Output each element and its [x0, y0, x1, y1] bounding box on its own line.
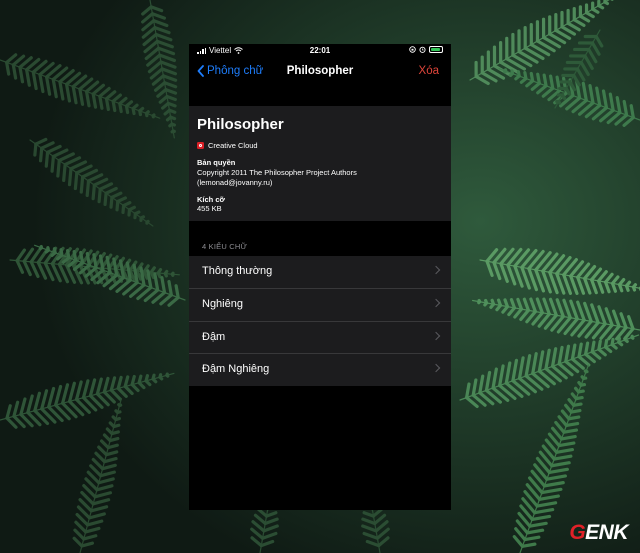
styles-list: Thông thường Nghiêng Đậm Đậm Nghiêng	[189, 256, 451, 386]
rotation-lock-icon	[409, 46, 416, 53]
chevron-right-icon	[431, 364, 441, 373]
battery-icon	[429, 46, 443, 53]
style-row-italic[interactable]: Nghiêng	[189, 289, 451, 322]
phone-screen: Viettel 22:01 Phông chữ Philosopher Xóa …	[189, 44, 451, 510]
copyright-label: Bản quyền	[197, 158, 236, 167]
chevron-right-icon	[431, 298, 441, 307]
style-row-bold[interactable]: Đậm	[189, 322, 451, 355]
font-info-card: Philosopher Creative Cloud Bản quyền Cop…	[189, 106, 451, 221]
status-bar: Viettel 22:01	[189, 44, 451, 58]
chevron-right-icon	[431, 331, 441, 340]
page-title: Philosopher	[286, 65, 354, 77]
battery-level	[431, 48, 440, 51]
style-label: Thông thường	[202, 265, 273, 277]
style-row-bold-italic[interactable]: Đậm Nghiêng	[189, 354, 451, 386]
style-label: Đậm	[202, 330, 226, 343]
watermark-text: ENK	[585, 521, 628, 544]
provider-label: Creative Cloud	[208, 141, 258, 150]
genk-watermark-logo: G ENK	[569, 521, 628, 545]
status-right	[409, 46, 443, 53]
chevron-right-icon	[431, 265, 441, 275]
style-label: Đậm Nghiêng	[202, 363, 270, 376]
font-name: Philosopher	[197, 116, 284, 133]
navigation-bar: Phông chữ Philosopher Xóa	[189, 58, 451, 88]
style-row-regular[interactable]: Thông thường	[189, 256, 451, 289]
creative-cloud-icon	[197, 142, 204, 149]
copyright-line-1: Copyright 2011 The Philosopher Project A…	[197, 168, 357, 177]
size-label: Kích cỡ	[197, 195, 225, 204]
styles-section-header: 4 KIỂU CHỮ	[202, 242, 248, 251]
watermark-accent: G	[569, 521, 586, 544]
style-label: Nghiêng	[202, 297, 243, 310]
alarm-icon	[419, 46, 426, 53]
copyright-line-2: (lemonad@jovanny.ru)	[197, 178, 273, 187]
delete-button[interactable]: Xóa	[419, 65, 439, 77]
font-provider: Creative Cloud	[197, 141, 258, 150]
size-value: 455 KB	[197, 204, 222, 213]
